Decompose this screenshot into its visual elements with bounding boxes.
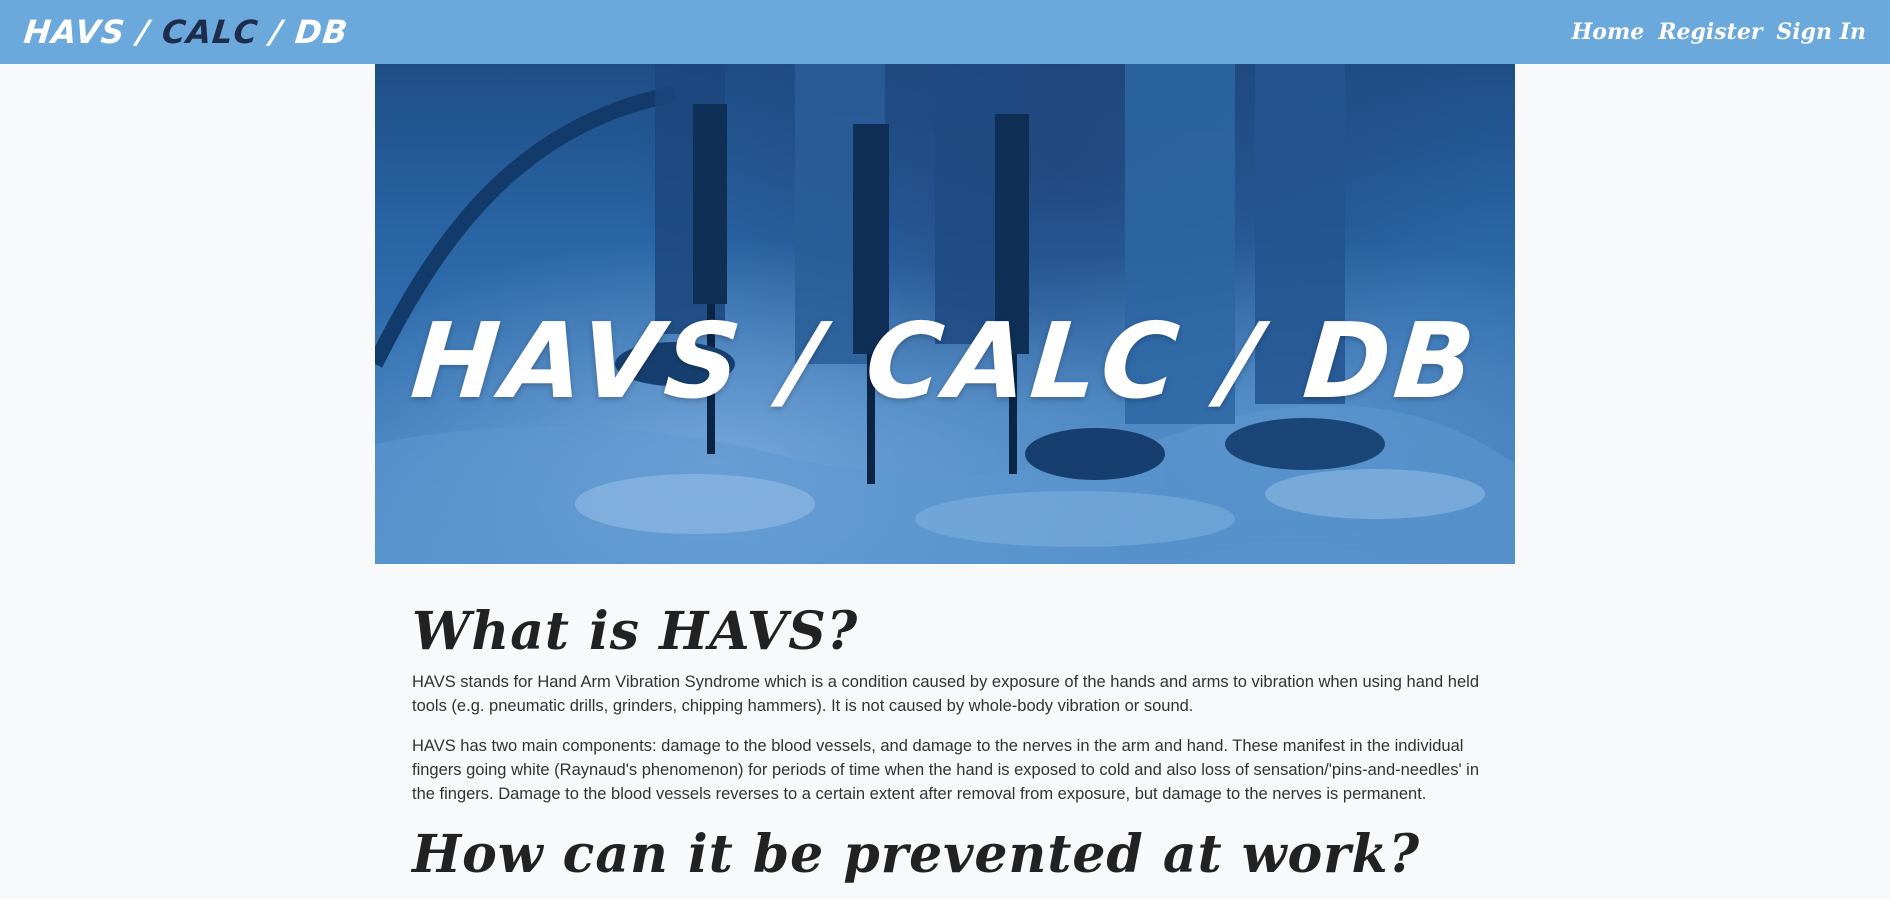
hero-banner: HAVS / CALC / DB — [375, 64, 1515, 564]
nav-links: Home Register Sign In — [1572, 19, 1866, 45]
section-heading-what-is-havs: What is HAVS? — [412, 601, 859, 662]
brand-link[interactable]: HAVS / CALC / DB — [22, 13, 350, 51]
nav-sign-in-link[interactable]: Sign In — [1776, 19, 1866, 45]
nav-register-link[interactable]: Register — [1658, 19, 1762, 45]
paragraph-havs-definition: HAVS stands for Hand Arm Vibration Syndr… — [412, 672, 1480, 715]
section-heading-prevention: How can it be prevented at work? — [412, 823, 1421, 885]
brand-part-1: HAVS / — [22, 13, 165, 51]
navbar: HAVS / CALC / DB Home Register Sign In — [0, 0, 1890, 64]
brand-part-3: / DB — [256, 13, 351, 51]
main-content: What is HAVS? HAVS stands for Hand Arm V… — [412, 601, 1484, 892]
hero-title: HAVS / CALC / DB — [406, 300, 1484, 422]
brand-part-2: CALC — [160, 13, 261, 51]
nav-home-link[interactable]: Home — [1572, 19, 1645, 45]
paragraph-havs-components: HAVS has two main components: damage to … — [412, 736, 1480, 803]
